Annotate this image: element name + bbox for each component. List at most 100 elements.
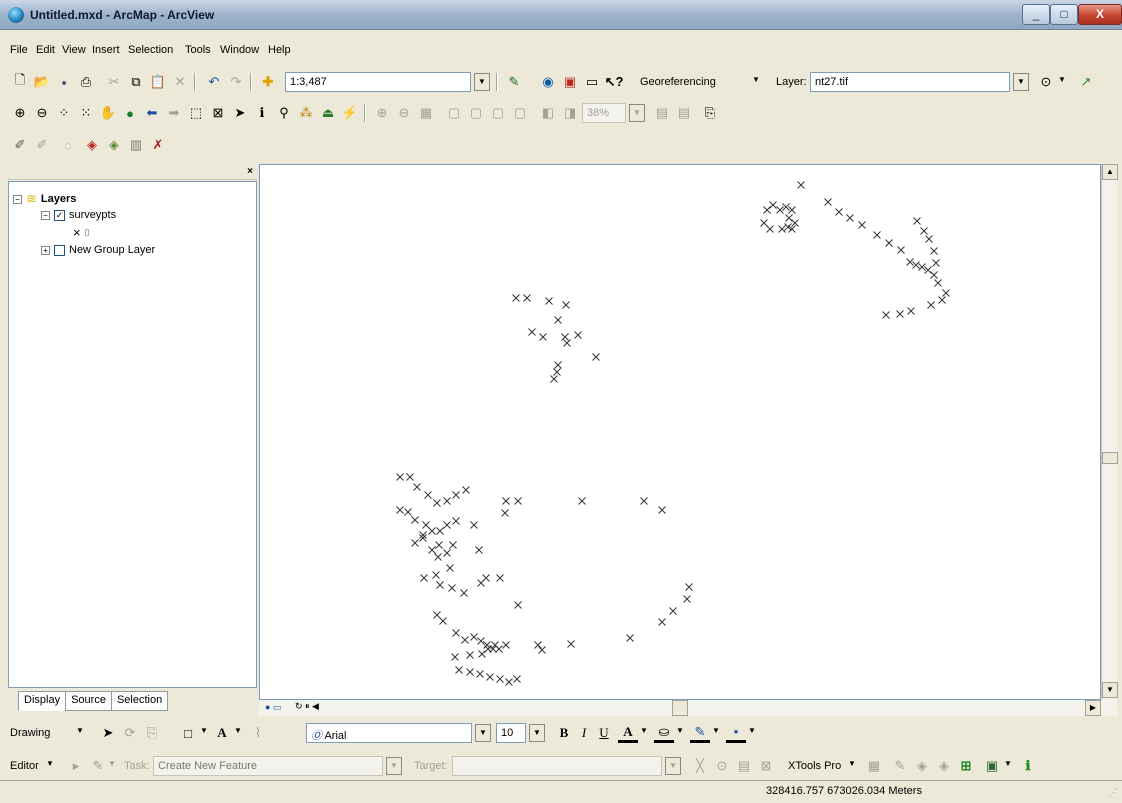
font-combobox[interactable]: Ⓞ Arial xyxy=(306,723,472,743)
forward-extent-icon[interactable]: ➡ xyxy=(164,103,184,123)
delete-icon[interactable]: ✕ xyxy=(170,72,190,92)
text-dropdown-icon[interactable]: ▼ xyxy=(234,726,242,735)
zoom-out-icon[interactable]: ⊖ xyxy=(32,103,52,123)
back-extent-icon[interactable]: ⬅ xyxy=(142,103,162,123)
effect-raster-icon[interactable]: ▥ xyxy=(126,135,146,155)
rectangle-icon[interactable]: □ xyxy=(178,723,198,743)
effect-contrast-icon[interactable]: ◈ xyxy=(82,135,102,155)
layout-fixed-zoom-out-icon[interactable]: ▢ xyxy=(466,103,486,123)
undo-icon[interactable]: ↶ xyxy=(204,72,224,92)
toc-layer-surveypts[interactable]: − ✓ surveypts xyxy=(41,209,116,221)
sketch-dropdown-icon[interactable]: ▼ xyxy=(108,759,116,768)
save-icon[interactable]: ▪ xyxy=(54,72,74,92)
copy-icon[interactable]: ⧉ xyxy=(126,72,146,92)
georef-dropdown-icon[interactable]: ▼ xyxy=(1058,75,1066,84)
hyperlink-icon[interactable]: ⚡ xyxy=(340,103,360,123)
layout-zoom-percent-combobox[interactable]: 38% xyxy=(582,103,626,123)
select-elements-icon[interactable]: ➤ xyxy=(230,103,250,123)
identify-icon[interactable]: ℹ xyxy=(252,103,272,123)
target-combobox[interactable] xyxy=(452,756,662,776)
layout-fixed-zoom-in-icon[interactable]: ▢ xyxy=(444,103,464,123)
measure-icon[interactable]: ⏏ xyxy=(318,103,338,123)
editor-dropdown-icon[interactable]: ▼ xyxy=(46,759,54,768)
line-color-icon[interactable]: ✎ xyxy=(690,723,710,743)
tab-display[interactable]: Display xyxy=(18,691,67,711)
georeferencing-menu[interactable]: Georeferencing xyxy=(640,76,716,88)
fill-color-icon[interactable]: ⛀ xyxy=(654,723,674,743)
menu-tools[interactable]: Tools xyxy=(185,44,211,56)
command-line-icon[interactable]: ▭ xyxy=(582,72,602,92)
sketch-tool-icon[interactable]: ✎ xyxy=(88,756,108,776)
xtools-table-icon[interactable]: ▦ xyxy=(864,756,884,776)
print-icon[interactable]: ⎙ xyxy=(76,72,96,92)
sketch-properties-icon[interactable]: ⊠ xyxy=(756,756,776,776)
menu-insert[interactable]: Insert xyxy=(92,44,120,56)
close-button[interactable]: X xyxy=(1078,4,1122,25)
scroll-thumb[interactable] xyxy=(672,700,688,716)
zoom-to-selected-icon[interactable]: ⎘ xyxy=(142,723,162,743)
add-data-icon[interactable]: ✚ xyxy=(258,72,278,92)
cut-icon[interactable]: ✂ xyxy=(104,72,124,92)
toc-close-icon[interactable]: × xyxy=(247,166,253,177)
xtools-export-dropdown-icon[interactable]: ▼ xyxy=(1004,759,1012,768)
xtools-info-icon[interactable]: ℹ xyxy=(1018,756,1038,776)
open-folder-icon[interactable]: 📂 xyxy=(32,72,52,92)
menu-selection[interactable]: Selection xyxy=(128,44,173,56)
toggle-draft-mode-icon[interactable]: ▤ xyxy=(652,103,672,123)
maximize-button[interactable]: □ xyxy=(1050,4,1078,25)
resize-grip-icon[interactable]: ⋰ xyxy=(1109,787,1118,798)
arccatalog-icon[interactable]: ◉ xyxy=(538,72,558,92)
refresh-view-icon[interactable]: ↻ ⏸ ◀ xyxy=(295,701,319,712)
layout-forward-icon[interactable]: ◨ xyxy=(560,103,580,123)
focus-data-frame-icon[interactable]: ▤ xyxy=(674,103,694,123)
select-elements-box-icon[interactable]: ⊠ xyxy=(208,103,228,123)
fixed-zoom-in-icon[interactable]: ⁘ xyxy=(54,103,74,123)
data-view-icon[interactable]: ● ▭ xyxy=(265,702,281,713)
layer-visibility-checkbox[interactable]: ✓ xyxy=(54,209,65,221)
layout-pan-icon[interactable]: ▦ xyxy=(416,103,436,123)
collapse-icon[interactable]: − xyxy=(41,210,50,220)
bold-icon[interactable]: B xyxy=(554,723,574,743)
georeferencing-dropdown-icon[interactable]: ▼ xyxy=(752,75,760,84)
fill-color-dropdown-icon[interactable]: ▼ xyxy=(676,726,684,735)
italic-icon[interactable]: I xyxy=(574,723,594,743)
underline-icon[interactable]: U xyxy=(594,723,614,743)
expand-icon[interactable]: + xyxy=(41,245,50,255)
full-extent-icon[interactable]: ● xyxy=(120,103,140,123)
collapse-icon[interactable]: − xyxy=(13,194,22,204)
layer-visibility-checkbox[interactable] xyxy=(54,244,65,256)
scale-dropdown-arrow-icon[interactable]: ▼ xyxy=(474,73,490,91)
target-dropdown-icon[interactable]: ▼ xyxy=(665,757,681,775)
adjust-transparency-icon[interactable]: ◌ xyxy=(58,135,78,155)
xtools-dropdown-icon[interactable]: ▼ xyxy=(848,759,856,768)
select-features-icon[interactable]: ⬚ xyxy=(186,103,206,123)
line-color-dropdown-icon[interactable]: ▼ xyxy=(712,726,720,735)
redo-icon[interactable]: ↷ xyxy=(226,72,246,92)
map-display[interactable] xyxy=(259,164,1101,700)
layout-zoom-out-icon[interactable]: ⊖ xyxy=(394,103,414,123)
layer-dropdown-arrow-icon[interactable]: ▼ xyxy=(1013,73,1029,91)
pan-icon[interactable]: ✋ xyxy=(98,103,118,123)
edit-vertices-icon[interactable]: ⌇ xyxy=(248,723,268,743)
menu-file[interactable]: File xyxy=(10,44,28,56)
task-combobox[interactable]: Create New Feature xyxy=(153,756,383,776)
scroll-right-icon[interactable]: ▶ xyxy=(1085,700,1101,716)
xtools-export-icon[interactable]: ▣ xyxy=(982,756,1002,776)
arctoolbox-icon[interactable]: ▣ xyxy=(560,72,580,92)
xtools-convert-icon[interactable]: ◈ xyxy=(934,756,954,776)
menu-help[interactable]: Help xyxy=(268,44,291,56)
horizontal-scrollbar[interactable]: ● ▭ ↻ ⏸ ◀ ▶ xyxy=(259,700,1117,716)
editor-menu[interactable]: Editor xyxy=(10,760,39,772)
task-dropdown-icon[interactable]: ▼ xyxy=(386,757,402,775)
go-to-xy-icon[interactable]: ⁂ xyxy=(296,103,316,123)
attributes-icon[interactable]: ▤ xyxy=(734,756,754,776)
toc-layers-root[interactable]: − ≋ Layers xyxy=(13,191,76,207)
edit-tool-icon[interactable]: ▸ xyxy=(66,756,86,776)
scroll-up-icon[interactable]: ▲ xyxy=(1102,164,1118,180)
paste-icon[interactable]: 📋 xyxy=(148,72,168,92)
font-color-dropdown-icon[interactable]: ▼ xyxy=(640,726,648,735)
font-dropdown-icon[interactable]: ▼ xyxy=(475,724,491,742)
fixed-zoom-out-icon[interactable]: ⁙ xyxy=(76,103,96,123)
xtools-add-icon[interactable]: ⊞ xyxy=(956,756,976,776)
map-scale-combobox[interactable]: 1:3,487 xyxy=(285,72,471,92)
